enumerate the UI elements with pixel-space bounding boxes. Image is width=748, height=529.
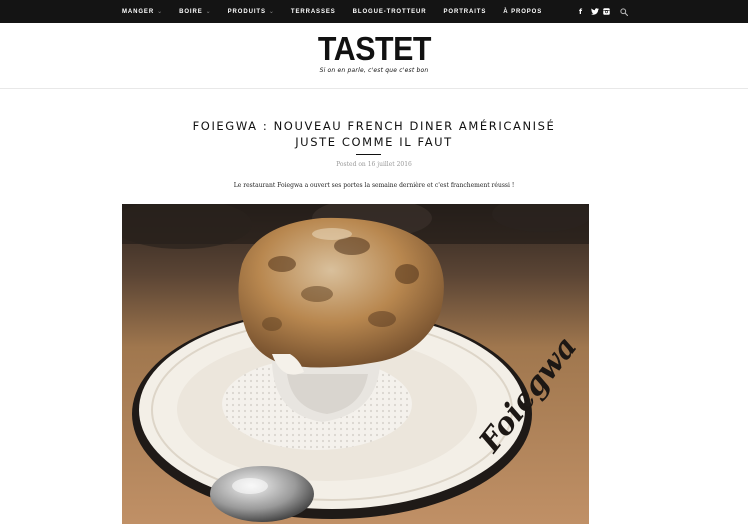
nav-item-label: TERRASSES: [290, 8, 336, 15]
main-nav: MANGER ⌄ BOIRE ⌄ PRODUITS ⌄ TERRASSES BL…: [122, 0, 559, 23]
nav-item-label: BLOGUE-TROTTEUR: [352, 8, 427, 15]
nav-item-blogue-trotteur[interactable]: BLOGUE-TROTTEUR: [353, 0, 427, 23]
nav-item-terrasses[interactable]: TERRASSES: [291, 0, 336, 23]
nav-item-portraits[interactable]: PORTRAITS: [444, 0, 487, 23]
twitter-icon[interactable]: [591, 8, 599, 15]
nav-item-label: À PROPOS: [503, 8, 543, 15]
nav-item-boire[interactable]: BOIRE ⌄: [179, 0, 211, 23]
chevron-down-icon: ⌄: [205, 8, 211, 15]
onion-soup-photo: Foiegwa: [122, 204, 589, 524]
nav-item-label: PRODUITS: [227, 8, 266, 15]
twitter-link[interactable]: [591, 0, 599, 23]
post-title-line-2[interactable]: JUSTE COMME IL FAUT: [0, 134, 748, 150]
nav-item-label: BOIRE: [179, 8, 203, 15]
featured-image[interactable]: Foiegwa: [122, 204, 589, 524]
post-date: Posted on 16 juillet 2016: [336, 161, 412, 168]
nav-item-a-propos[interactable]: À PROPOS: [503, 0, 542, 23]
nav-item-label: PORTRAITS: [443, 8, 487, 15]
search-button[interactable]: [620, 0, 628, 23]
search-icon[interactable]: [620, 7, 628, 16]
instagram-icon[interactable]: [603, 8, 610, 15]
facebook-link[interactable]: f: [579, 0, 582, 23]
nav-item-manger[interactable]: MANGER ⌄: [122, 0, 162, 23]
site-logo[interactable]: TASTET: [0, 32, 748, 66]
top-navigation-bar: MANGER ⌄ BOIRE ⌄ PRODUITS ⌄ TERRASSES BL…: [0, 0, 748, 23]
nav-item-label: MANGER: [122, 8, 155, 15]
post-title[interactable]: FOIEGWA : NOUVEAU FRENCH DINER AMÉRICANI…: [0, 118, 748, 150]
chevron-down-icon: ⌄: [268, 8, 274, 15]
instagram-link[interactable]: [603, 0, 610, 23]
facebook-icon[interactable]: f: [579, 8, 582, 16]
post-excerpt: Le restaurant Foiegwa a ouvert ses porte…: [233, 182, 515, 189]
site-header: TASTET Si on en parle, c'est que c'est b…: [0, 23, 748, 89]
chevron-down-icon: ⌄: [157, 8, 163, 15]
site-tagline: Si on en parle, c'est que c'est bon: [319, 67, 429, 74]
post-title-line-1[interactable]: FOIEGWA : NOUVEAU FRENCH DINER AMÉRICANI…: [0, 118, 748, 134]
logo-wordmark[interactable]: TASTET: [317, 32, 431, 66]
title-divider: [356, 154, 381, 155]
nav-item-produits[interactable]: PRODUITS ⌄: [228, 0, 274, 23]
